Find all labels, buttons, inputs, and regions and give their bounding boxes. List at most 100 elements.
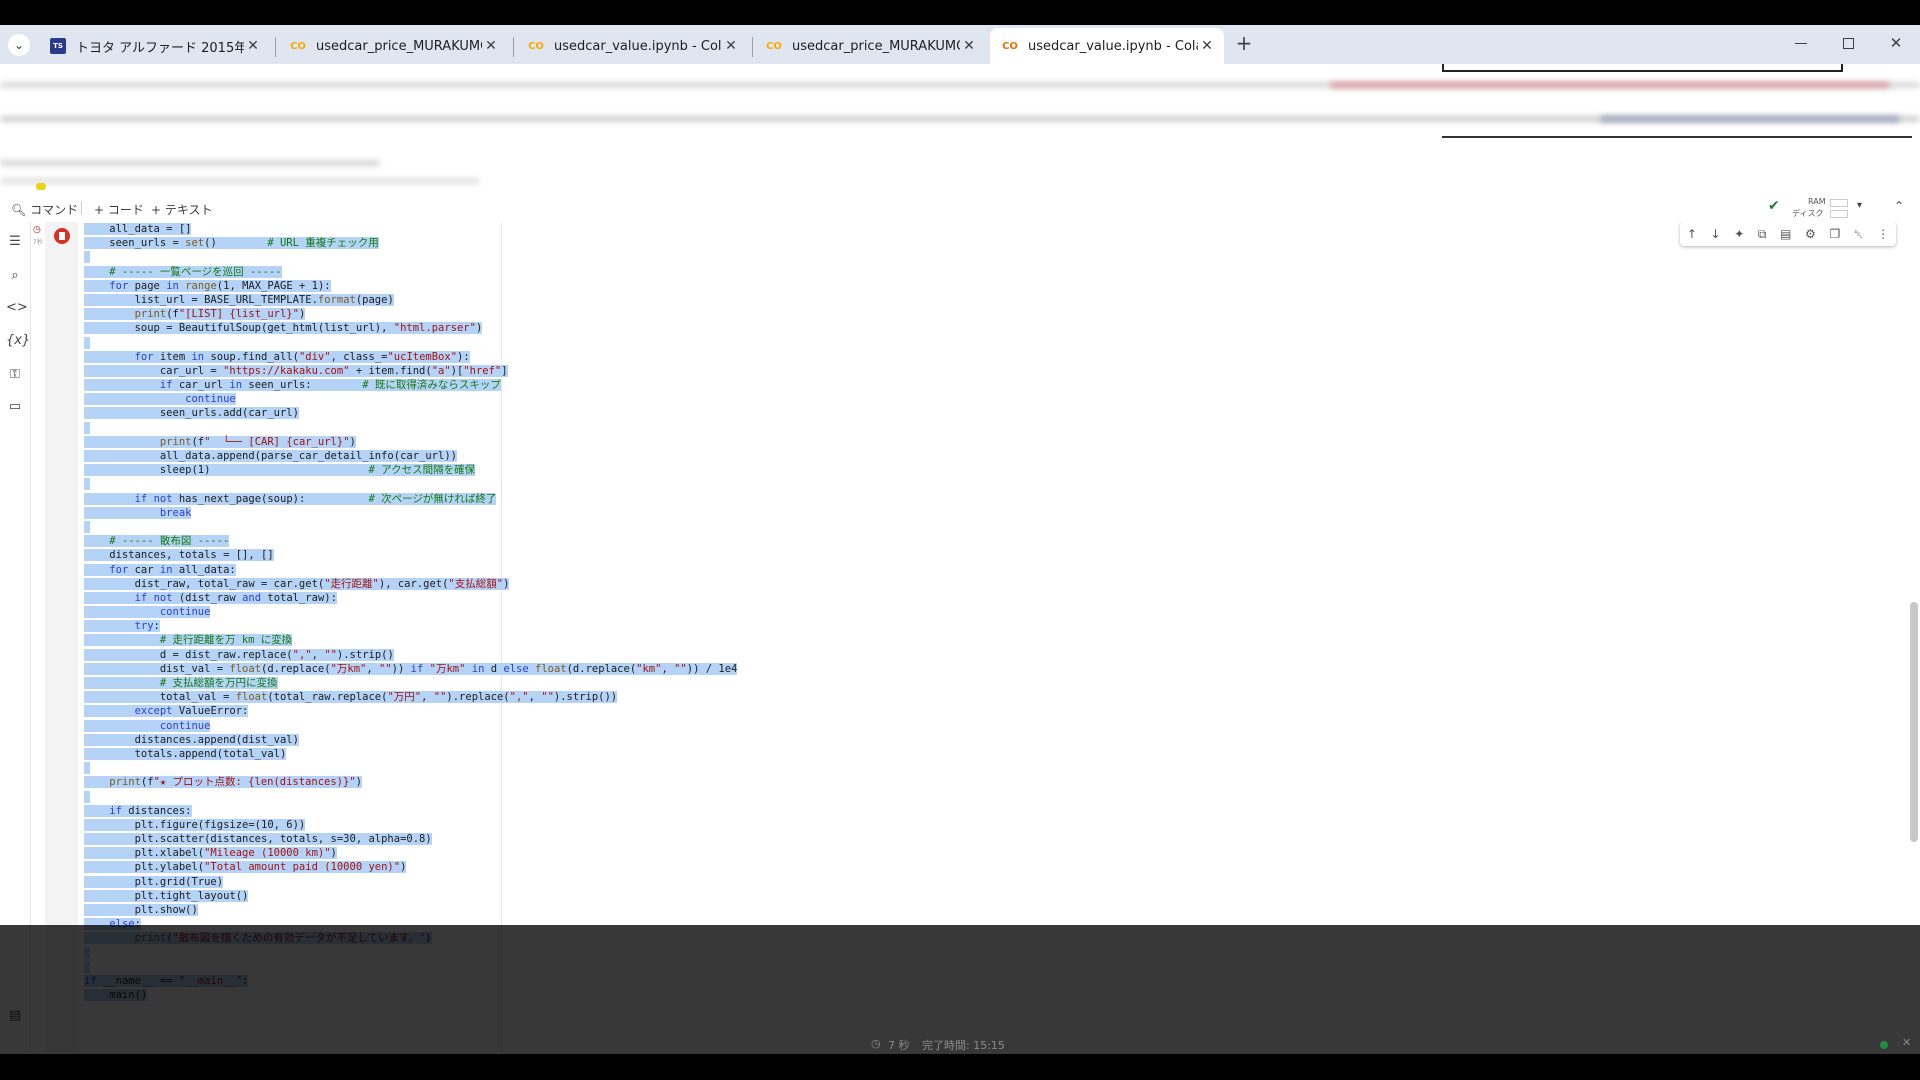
code-token: ) (475, 322, 483, 335)
code-line: for car in all_data: (84, 563, 737, 577)
toc-icon[interactable]: ☰ (6, 233, 24, 251)
restore-icon[interactable] (1843, 38, 1854, 49)
status-close-icon[interactable]: ✕ (1902, 1036, 1911, 1049)
tab-close-icon[interactable]: ✕ (244, 38, 262, 54)
code-token: # 走行距離を万 km に変換 (159, 634, 293, 647)
mirror-cell-icon[interactable]: ❐ (1829, 227, 1840, 241)
code-line: seen_urls = set() # URL 重複チェック用 (84, 236, 737, 250)
link-icon[interactable]: ⧉ (1758, 227, 1767, 242)
code-line (84, 421, 737, 435)
selected-code-text (84, 251, 91, 264)
code-token: distances.append(dist_val) (84, 733, 299, 746)
code-token: not (153, 591, 173, 604)
code-token: page (128, 279, 167, 292)
find-replace-icon[interactable]: ⌕ (6, 267, 24, 285)
code-editor[interactable]: all_data = [] seen_urls = set() # URL 重複… (84, 222, 738, 1002)
code-token: float (535, 662, 567, 675)
selected-code-text: break (84, 506, 192, 519)
tab-close-icon[interactable]: ✕ (1198, 38, 1216, 54)
code-token: (f (140, 776, 154, 789)
code-line: dist_val = float(d.replace("万km", "")) i… (84, 662, 738, 676)
selected-code-text: if not has_next_page(soup): # 次ページが無ければ終… (84, 492, 497, 505)
code-token: (total_raw.replace( (267, 691, 388, 704)
code-token: plt.tight_layout() (84, 889, 249, 902)
minimize-icon[interactable] (1795, 43, 1807, 44)
move-down-icon[interactable]: ↓ (1711, 227, 1721, 241)
gear-icon[interactable]: ⚙ (1805, 227, 1816, 241)
selected-code-text: all_data.append(parse_car_detail_info(ca… (84, 450, 457, 462)
runtime-dropdown-icon[interactable]: ▾ (1857, 200, 1862, 211)
code-token: , (421, 691, 434, 704)
code-token: "km" (636, 662, 662, 675)
status-elapsed: 7 秒 (888, 1039, 910, 1052)
more-options-icon[interactable]: ⋮ (1877, 227, 1889, 241)
move-up-icon[interactable]: ↑ (1687, 227, 1697, 241)
tab-list-dropdown-icon[interactable]: ⌄ (8, 34, 30, 56)
selected-code-text: continue (84, 719, 211, 732)
code-line: seen_urls.add(car_url) (84, 406, 737, 420)
code-token: if (134, 591, 148, 604)
run-cell-button[interactable] (54, 228, 70, 244)
comment-icon[interactable]: ▤ (1780, 227, 1791, 241)
code-token: soup.find_all( (204, 350, 299, 363)
code-token: "★ プロット点数: {len(distances)}" (153, 776, 356, 789)
collapse-chevron-icon[interactable]: ⌃ (1894, 199, 1904, 213)
code-token: , (311, 648, 325, 661)
browser-tab[interactable]: CO usedcar_value.ipynb - Colab ✕ (516, 28, 748, 64)
resource-indicator[interactable]: RAM ディスク (1792, 196, 1848, 220)
files-folder-icon[interactable]: ▭ (6, 398, 24, 416)
add-text-button[interactable]: + テキスト (151, 201, 213, 218)
code-line: continue (84, 605, 737, 619)
status-dot-icon (1880, 1041, 1888, 1049)
clock-icon: ◷ (871, 1037, 881, 1050)
selected-code-text: continue (84, 606, 211, 619)
browser-tab[interactable]: TS トヨタ アルファード 2015年モデル ハイ ✕ (38, 28, 270, 64)
tab-close-icon[interactable]: ✕ (482, 38, 500, 54)
scrollbar[interactable] (1910, 602, 1918, 842)
code-token: total_raw): (261, 591, 337, 604)
cursor-marker (36, 183, 46, 190)
disk-bar (1830, 210, 1848, 218)
add-code-button[interactable]: + コード (94, 201, 144, 218)
tab-separator (275, 37, 276, 57)
toolbar-divider (81, 201, 82, 215)
selected-code-text: except ValueError: (84, 705, 249, 718)
selected-code-text: plt.xlabel("Mileage (10000 km)") (84, 847, 337, 860)
code-snippets-icon[interactable]: <> (6, 299, 28, 317)
tab-close-icon[interactable]: ✕ (722, 38, 740, 54)
code-token: ).strip()) (553, 691, 618, 704)
code-token: "" (379, 662, 392, 675)
browser-tab-active[interactable]: CO usedcar_value.ipynb - Colab ✕ (990, 28, 1224, 64)
delete-icon[interactable]: ␡ (1854, 227, 1864, 242)
highlight-box (1442, 64, 1843, 72)
code-line (84, 761, 737, 775)
code-line: dist_raw, total_raw = car.get("走行距離"), c… (84, 577, 737, 591)
secrets-key-icon[interactable]: ⚿ (6, 366, 24, 384)
selected-code-text: plt.tight_layout() (84, 889, 249, 902)
selected-code-text: car_url = "https://kakaku.com" + item.fi… (84, 364, 508, 377)
code-token: totals.append(total_val) (84, 747, 287, 760)
code-line: all_data = [] (84, 222, 737, 236)
tab-close-icon[interactable]: ✕ (960, 38, 978, 54)
code-token: plt.scatter(distances, totals, s=30, alp… (84, 833, 432, 846)
selected-code-text: try: (84, 620, 160, 633)
browser-tab[interactable]: CO usedcar_price_MURAKUMOCAR ✕ (278, 28, 508, 64)
command-label: コマンド (30, 203, 79, 217)
code-token: # 支払総額を万円に変換 (159, 677, 278, 689)
browser-tab[interactable]: CO usedcar_price_MURAKUMOCAR ✕ (754, 28, 986, 64)
code-line: distances.append(dist_val) (84, 733, 737, 747)
code-line: all_data.append(parse_car_detail_info(ca… (84, 449, 737, 463)
variables-icon[interactable]: {x} (6, 332, 30, 350)
code-token: continue (159, 606, 211, 619)
code-token: dist_val = (84, 662, 230, 675)
code-line: break (84, 506, 737, 520)
window-close-icon[interactable]: ✕ (1886, 33, 1906, 53)
new-tab-icon[interactable]: + (1232, 31, 1256, 55)
code-token: "" (674, 662, 687, 675)
sparkle-icon[interactable]: ✦ (1734, 227, 1744, 241)
disk-label: ディスク (1792, 209, 1824, 218)
command-palette-button[interactable]: 🔍︎ コマンド (11, 201, 78, 218)
status-completed: 完了時間: 15:15 (922, 1039, 1005, 1052)
